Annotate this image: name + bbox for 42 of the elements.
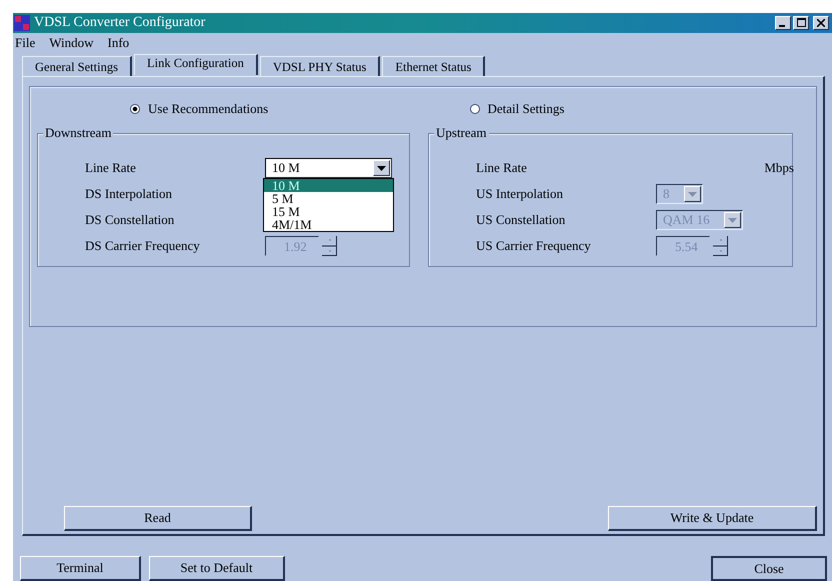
dropdown-arrow-icon xyxy=(377,166,386,170)
tab[interactable]: Ethernet Status xyxy=(382,56,486,77)
dropdown[interactable]: 10 M xyxy=(265,158,392,178)
field-label: US Interpolation xyxy=(476,186,564,202)
radio-button[interactable] xyxy=(470,104,480,114)
field-label: Line Rate xyxy=(85,160,137,176)
close-button[interactable] xyxy=(813,16,829,30)
footer-button[interactable]: Set to Default xyxy=(149,556,285,581)
maximize-icon xyxy=(796,18,806,27)
footer-button[interactable]: Terminal xyxy=(20,556,141,581)
dropdown-arrow-icon xyxy=(728,218,737,222)
field-label: Line Rate xyxy=(476,160,528,176)
tab[interactable]: VDSL PHY Status xyxy=(260,56,380,77)
field-label: DS Carrier Frequency xyxy=(85,238,201,254)
dropdown-option[interactable]: 15 M xyxy=(264,205,393,218)
tab[interactable]: Link Configuration xyxy=(134,54,258,75)
field-label: US Carrier Frequency xyxy=(476,238,592,254)
maximize-button[interactable] xyxy=(793,16,809,30)
menu-item[interactable]: Window xyxy=(49,35,94,52)
menu-item[interactable]: File xyxy=(15,35,36,52)
spinner-icon xyxy=(713,236,728,256)
minimize-button[interactable] xyxy=(775,16,791,30)
radio-label: Use Recommendations xyxy=(148,101,268,117)
dropdown-arrow-icon xyxy=(688,192,696,196)
close-icon xyxy=(817,19,825,27)
dropdown-option[interactable]: 5 M xyxy=(264,192,393,205)
tab[interactable]: General Settings xyxy=(22,56,132,77)
footer-button[interactable]: Close xyxy=(711,556,827,581)
field-label: US Constellation xyxy=(476,212,566,228)
menu-item[interactable]: Info xyxy=(107,35,130,52)
radio-label: Detail Settings xyxy=(488,101,564,117)
field-label: DS Interpolation xyxy=(85,186,174,202)
action-button[interactable]: Read xyxy=(64,506,252,531)
app-logo-icon xyxy=(14,15,30,31)
spinner-icon xyxy=(322,236,337,256)
radio-button[interactable] xyxy=(130,104,140,114)
unit-label: Mbps xyxy=(764,160,794,176)
action-button[interactable]: Write & Update xyxy=(608,506,817,531)
dropdown-option[interactable]: 10 M xyxy=(264,179,393,192)
dropdown-option[interactable]: 4M/1M xyxy=(264,218,393,231)
window-title: VDSL Converter Configurator xyxy=(34,15,206,31)
field-label: DS Constellation xyxy=(85,212,176,228)
